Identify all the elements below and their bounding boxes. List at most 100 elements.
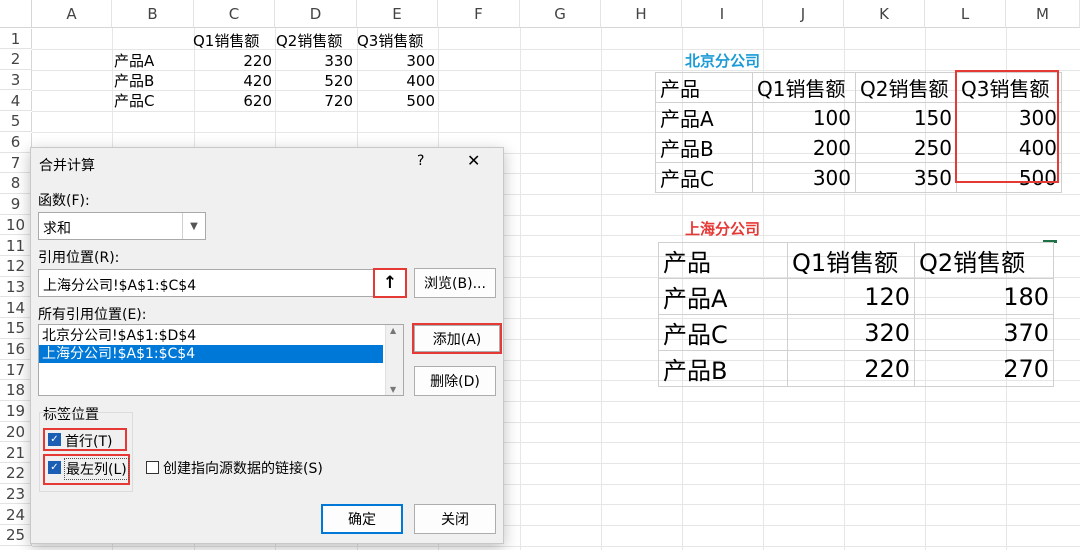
row-header-2[interactable]: 2 xyxy=(0,49,32,70)
row-header-16[interactable]: 16 xyxy=(0,339,32,360)
all-refs-list[interactable]: 北京分公司!$A$1:$D$4 上海分公司!$A$1:$C$4 ▲ ▼ xyxy=(38,324,404,396)
add-button[interactable]: 添加(A) xyxy=(414,325,500,352)
sh-cell[interactable]: 320 xyxy=(787,314,915,351)
row-header-12[interactable]: 12 xyxy=(0,256,32,277)
bj-header[interactable]: Q2销售额 xyxy=(855,72,957,103)
column-header-j[interactable]: J xyxy=(763,0,844,28)
bj-cell[interactable]: 产品B xyxy=(655,132,753,163)
row-header-21[interactable]: 21 xyxy=(0,443,32,463)
sh-cell[interactable]: 220 xyxy=(787,350,915,387)
row-header-25[interactable]: 25 xyxy=(0,525,32,546)
delete-button[interactable]: 删除(D) xyxy=(414,366,496,396)
column-header-i[interactable]: I xyxy=(682,0,763,28)
row-header-15[interactable]: 15 xyxy=(0,318,32,339)
sh-cell[interactable]: 180 xyxy=(914,278,1054,315)
create-links-checkbox[interactable] xyxy=(146,461,159,474)
cell-value[interactable]: 300 xyxy=(357,51,435,71)
top-row-checkbox[interactable]: ✓ xyxy=(48,433,61,446)
cell-value[interactable]: 330 xyxy=(275,51,353,71)
row-header-7[interactable]: 7 xyxy=(0,153,32,174)
row-header-4[interactable]: 4 xyxy=(0,91,32,112)
sh-cell[interactable]: 产品B xyxy=(658,350,788,387)
sh-cell[interactable]: 产品C xyxy=(658,314,788,351)
column-header-a[interactable]: A xyxy=(32,0,112,28)
row-header-19[interactable]: 19 xyxy=(0,401,32,422)
column-header-b[interactable]: B xyxy=(112,0,194,28)
scrollbar[interactable]: ▲ ▼ xyxy=(385,325,403,395)
select-all-corner[interactable] xyxy=(0,0,32,28)
header-q2[interactable]: Q2销售额 xyxy=(276,31,342,51)
row-header-3[interactable]: 3 xyxy=(0,70,32,91)
bj-cell[interactable]: 产品C xyxy=(655,162,753,193)
cell-name[interactable]: 产品A xyxy=(114,51,154,71)
cell-value[interactable]: 420 xyxy=(194,71,272,91)
bj-header[interactable]: 产品 xyxy=(655,72,753,103)
ref-input[interactable]: 上海分公司!$A$1:$C$4 xyxy=(38,269,374,297)
row-header-5[interactable]: 5 xyxy=(0,111,32,132)
column-header-d[interactable]: D xyxy=(275,0,357,28)
help-icon[interactable]: ? xyxy=(417,153,424,169)
row-header-14[interactable]: 14 xyxy=(0,298,32,319)
top-row-label[interactable]: 首行(T) xyxy=(65,431,112,451)
function-select[interactable]: 求和 ▼ xyxy=(38,212,206,240)
sh-header[interactable]: Q1销售额 xyxy=(787,242,915,279)
cell-value[interactable]: 620 xyxy=(194,91,272,111)
close-button[interactable]: 关闭 xyxy=(414,504,496,534)
sh-cell[interactable]: 370 xyxy=(914,314,1054,351)
left-col-label[interactable]: 最左列(L) xyxy=(64,458,129,480)
column-header-e[interactable]: E xyxy=(357,0,438,28)
cell-value[interactable]: 720 xyxy=(275,91,353,111)
cell-value[interactable]: 400 xyxy=(357,71,435,91)
sh-cell[interactable]: 120 xyxy=(787,278,915,315)
close-icon[interactable]: ✕ xyxy=(467,151,480,170)
bj-cell[interactable]: 300 xyxy=(752,162,856,193)
row-header-20[interactable]: 20 xyxy=(0,422,32,443)
sh-cell[interactable]: 270 xyxy=(914,350,1054,387)
sh-header[interactable]: Q2销售额 xyxy=(914,242,1054,279)
column-header-g[interactable]: G xyxy=(520,0,601,28)
row-header-23[interactable]: 23 xyxy=(0,484,32,505)
scroll-up-icon[interactable]: ▲ xyxy=(390,326,396,335)
row-header-17[interactable]: 17 xyxy=(0,360,32,381)
row-header-22[interactable]: 22 xyxy=(0,463,32,484)
bj-header[interactable]: Q1销售额 xyxy=(752,72,856,103)
scroll-down-icon[interactable]: ▼ xyxy=(390,385,396,394)
list-item-selected[interactable]: 上海分公司!$A$1:$C$4 xyxy=(39,345,383,363)
collapse-dialog-button[interactable]: ↑ xyxy=(373,268,407,298)
row-header-9[interactable]: 9 xyxy=(0,194,32,215)
row-header-18[interactable]: 18 xyxy=(0,380,32,401)
browse-button[interactable]: 浏览(B)... xyxy=(414,268,496,298)
column-header-m[interactable]: M xyxy=(1006,0,1080,28)
row-header-11[interactable]: 11 xyxy=(0,236,32,256)
row-header-10[interactable]: 10 xyxy=(0,215,32,236)
sh-header[interactable]: 产品 xyxy=(658,242,788,279)
bj-cell[interactable]: 200 xyxy=(752,132,856,163)
row-header-24[interactable]: 24 xyxy=(0,505,32,526)
cell-value[interactable]: 220 xyxy=(194,51,272,71)
bj-cell[interactable]: 250 xyxy=(855,132,957,163)
bj-cell[interactable]: 产品A xyxy=(655,102,753,133)
column-header-k[interactable]: K xyxy=(844,0,925,28)
bj-cell[interactable]: 100 xyxy=(752,102,856,133)
row-header-13[interactable]: 13 xyxy=(0,277,32,298)
create-links-label[interactable]: 创建指向源数据的链接(S) xyxy=(163,458,323,478)
cell-name[interactable]: 产品B xyxy=(114,71,154,91)
column-header-f[interactable]: F xyxy=(438,0,520,28)
cell-name[interactable]: 产品C xyxy=(114,91,154,111)
list-item[interactable]: 北京分公司!$A$1:$D$4 xyxy=(39,327,383,345)
column-header-l[interactable]: L xyxy=(925,0,1006,28)
bj-cell[interactable]: 350 xyxy=(855,162,957,193)
ok-button[interactable]: 确定 xyxy=(321,504,403,534)
header-q1[interactable]: Q1销售额 xyxy=(193,31,259,51)
row-header-6[interactable]: 6 xyxy=(0,132,32,153)
header-q3[interactable]: Q3销售额 xyxy=(357,31,423,51)
column-header-h[interactable]: H xyxy=(601,0,682,28)
column-header-c[interactable]: C xyxy=(194,0,275,28)
left-col-checkbox[interactable]: ✓ xyxy=(48,461,61,474)
cell-value[interactable]: 520 xyxy=(275,71,353,91)
chevron-down-icon[interactable]: ▼ xyxy=(182,213,205,239)
bj-cell[interactable]: 150 xyxy=(855,102,957,133)
sh-cell[interactable]: 产品A xyxy=(658,278,788,315)
cell-value[interactable]: 500 xyxy=(357,91,435,111)
row-header-1[interactable]: 1 xyxy=(0,29,32,49)
